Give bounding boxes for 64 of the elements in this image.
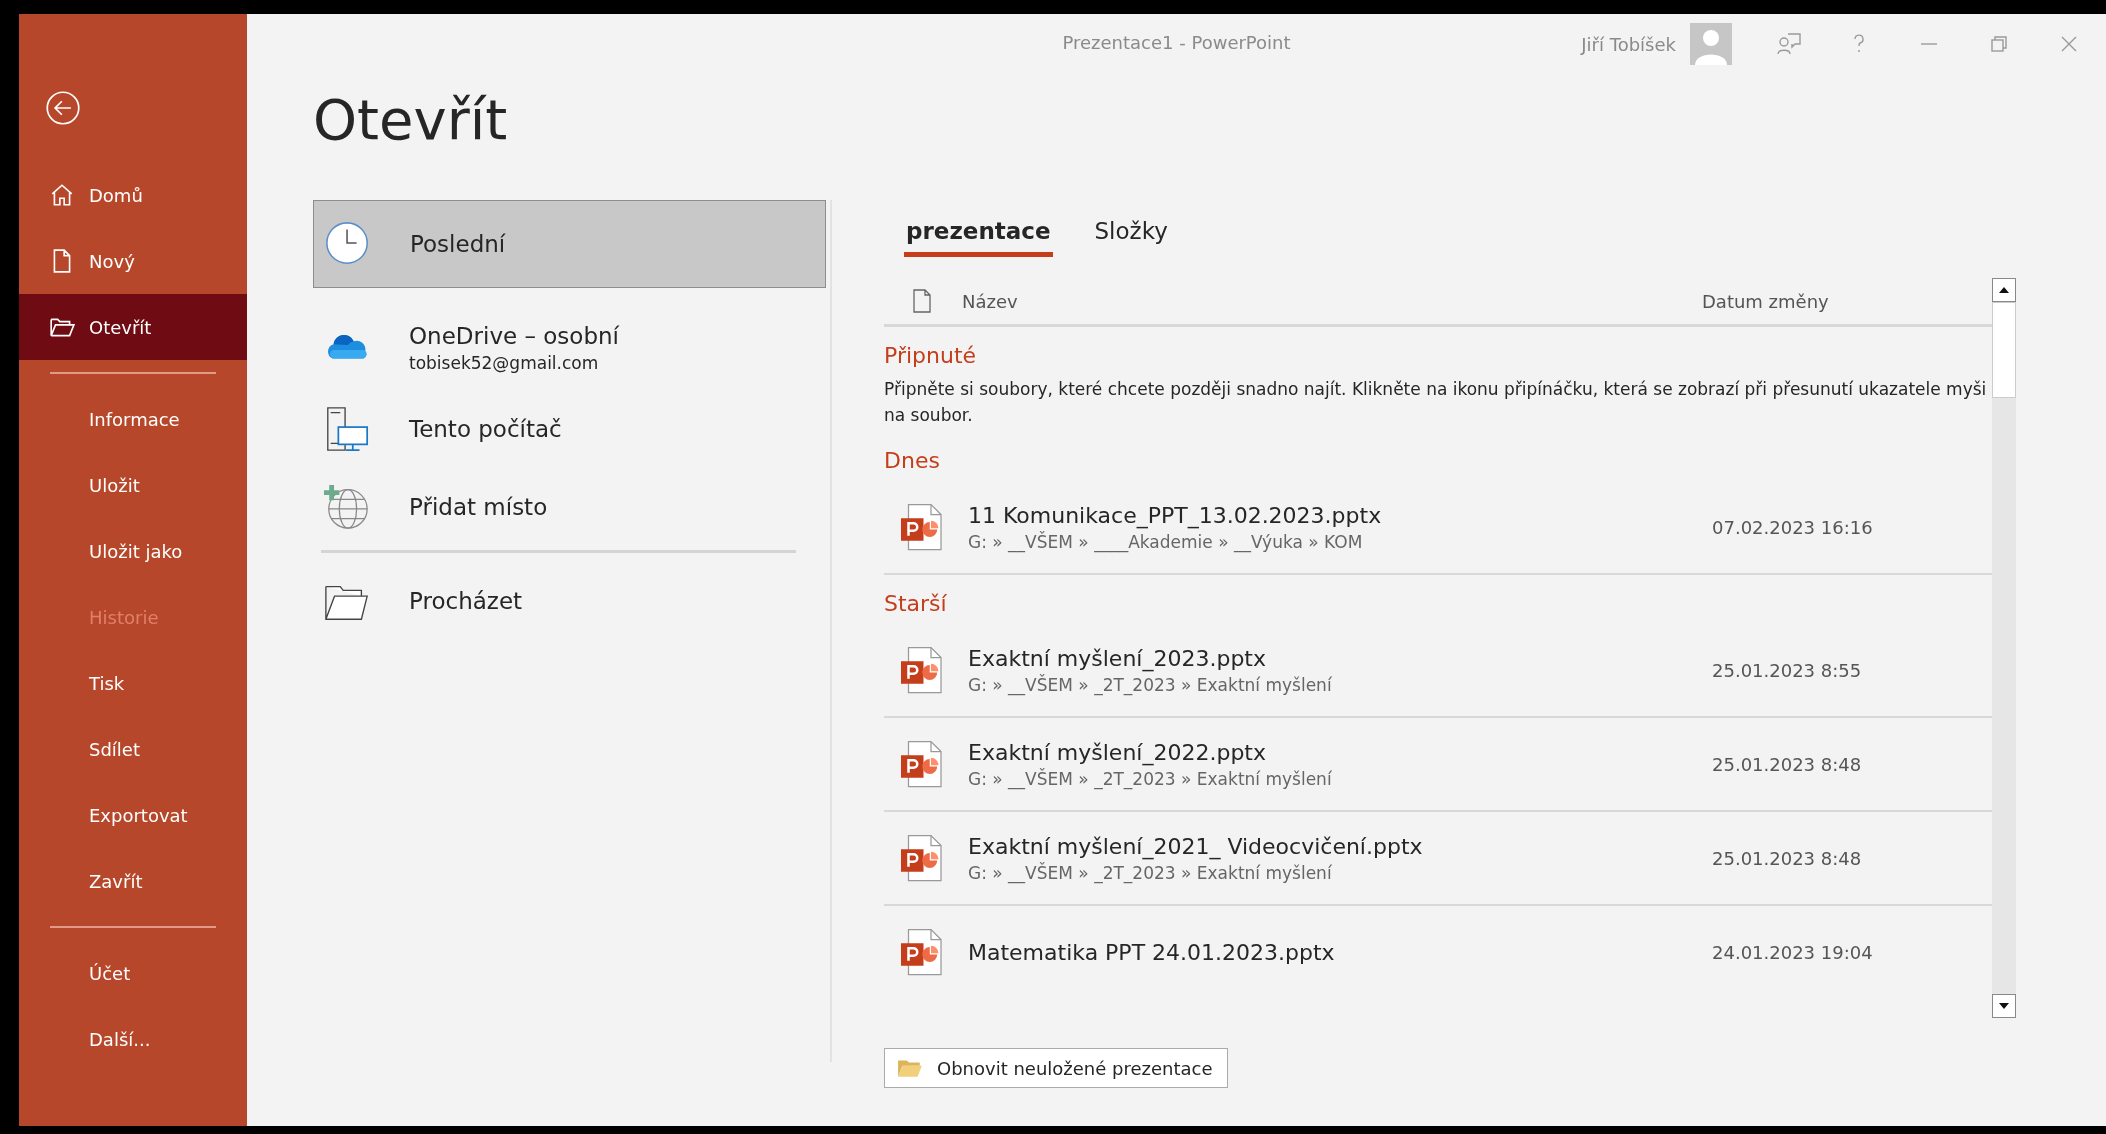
tab[interactable]: prezentace: [904, 218, 1053, 257]
scroll-up-icon[interactable]: [1992, 278, 2016, 302]
file-row[interactable]: 11 Komunikace_PPT_13.02.2023.pptx G: » __VŠEM » ____Akademie » __Výuka » KOM 07.02.2023 16:16: [884, 481, 1992, 575]
folder-icon: [897, 1057, 923, 1079]
home-icon: [49, 182, 75, 208]
recover-button[interactable]: Obnovit neuložené prezentace: [884, 1048, 1228, 1088]
sidebar-item[interactable]: Uložit jako: [19, 518, 247, 584]
tab[interactable]: Složky: [1092, 218, 1170, 257]
sidebar-item[interactable]: Domů: [19, 162, 247, 228]
group-heading: Připnuté: [884, 343, 977, 368]
file-name: 11 Komunikace_PPT_13.02.2023.pptx: [968, 502, 1383, 528]
presentation-file-icon: [898, 833, 944, 883]
column-header[interactable]: Datum změny: [1702, 290, 1992, 312]
file-path: G: » __VŠEM » ____Akademie » __Výuka » KOM: [968, 531, 1364, 552]
location-item[interactable]: Procházet: [313, 561, 826, 641]
sidebar-item[interactable]: Informace: [19, 386, 247, 452]
sidebar-item[interactable]: Exportovat: [19, 782, 247, 848]
file-row[interactable]: Matematika PPT 24.01.2023.pptx 24.01.2023 19:04: [884, 906, 1992, 998]
scroll-down-icon[interactable]: [1992, 994, 2016, 1018]
group-heading: Dnes: [884, 448, 940, 473]
presentation-file-icon: [898, 502, 944, 552]
file-date: 25.01.2023 8:48: [1712, 753, 1863, 775]
group-heading: Starší: [884, 591, 947, 616]
user-name: Jiří Tobíšek: [1581, 33, 1676, 55]
file-row[interactable]: Exaktní myšlení_2021_ Videocvičení.pptx G: » __VŠEM » _2T_2023 » Exaktní myšlení 25.01.2023 8:48: [884, 812, 1992, 906]
file-icon: [912, 289, 932, 313]
file-date: 25.01.2023 8:55: [1712, 659, 1863, 681]
location-item[interactable]: Přidat místo: [313, 472, 826, 542]
window-title: Prezentace1 - PowerPoint: [1062, 32, 1291, 53]
file-path: G: » __VŠEM » _2T_2023 » Exaktní myšlení: [968, 768, 1333, 789]
file-date: 25.01.2023 8:48: [1712, 847, 1863, 869]
description-text: Připněte si soubory, které chcete později snadno najít. Klikněte na ikonu připínáčku, která se zobrazí při přesunutí ukazatele myši na soubor.: [884, 378, 1988, 427]
sidebar-item[interactable]: Zavřít: [19, 848, 247, 914]
presentation-file-icon: [898, 645, 944, 695]
file-row[interactable]: Exaktní myšlení_2022.pptx G: » __VŠEM » _2T_2023 » Exaktní myšlení 25.01.2023 8:48: [884, 718, 1992, 812]
file-name: Exaktní myšlení_2022.pptx: [968, 739, 1267, 765]
file-path: G: » __VŠEM » _2T_2023 » Exaktní myšlení: [968, 862, 1333, 883]
globe-icon: [323, 483, 371, 531]
file-row[interactable]: Exaktní myšlení_2023.pptx G: » __VŠEM » _2T_2023 » Exaktní myšlení 25.01.2023 8:55: [884, 624, 1992, 718]
sidebar-item[interactable]: Další...: [19, 1006, 247, 1072]
scroll-thumb[interactable]: [1992, 302, 2016, 398]
sidebar-item[interactable]: Tisk: [19, 650, 247, 716]
location-item[interactable]: Tento počítač: [313, 386, 826, 472]
sidebar-item[interactable]: Účet: [19, 940, 247, 1006]
location-item[interactable]: Poslední: [313, 200, 826, 288]
avatar-icon[interactable]: [1690, 23, 1732, 65]
file-path: G: » __VŠEM » _2T_2023 » Exaktní myšlení: [968, 674, 1333, 695]
presentation-file-icon: [898, 739, 944, 789]
scrollbar[interactable]: [1992, 278, 2016, 1018]
file-name: Exaktní myšlení_2023.pptx: [968, 645, 1267, 671]
presentation-file-icon: [898, 927, 944, 977]
file-name: Exaktní myšlení_2021_ Videocvičení.pptx: [968, 833, 1424, 859]
file-name: Matematika PPT 24.01.2023.pptx: [968, 939, 1336, 965]
sidebar-item[interactable]: Otevřít: [19, 294, 247, 360]
file-date: 07.02.2023 16:16: [1712, 516, 1874, 538]
page-title: Otevřít: [313, 86, 508, 154]
location-item[interactable]: OneDrive – osobní tobisek52@gmail.com: [313, 310, 826, 386]
sidebar-item[interactable]: Uložit: [19, 452, 247, 518]
column-header[interactable]: Název: [962, 290, 1702, 312]
sidebar-item[interactable]: Nový: [19, 228, 247, 294]
file-date: 24.01.2023 19:04: [1712, 941, 1874, 963]
back-icon[interactable]: [45, 90, 81, 126]
coauthor-icon[interactable]: [1776, 31, 1802, 57]
sidebar-item[interactable]: Sdílet: [19, 716, 247, 782]
